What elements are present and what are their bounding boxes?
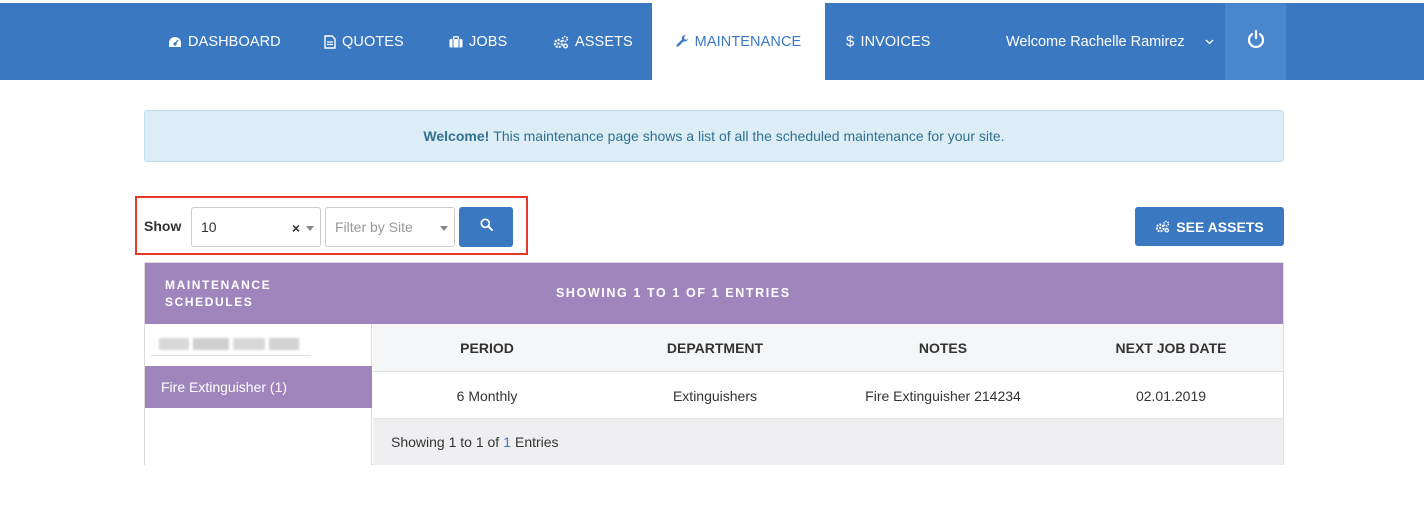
- table-footer: Showing 1 to 1 of 1 Entries: [373, 419, 1283, 465]
- dollar-icon: $: [846, 33, 855, 50]
- maintenance-panel: MAINTENANCE SCHEDULES SHOWING 1 TO 1 OF …: [144, 262, 1284, 465]
- caret-down-icon: [306, 226, 314, 231]
- caret-down-icon: [440, 226, 448, 231]
- search-icon: [479, 218, 493, 236]
- schedule-table: PERIOD DEPARTMENT NOTES NEXT JOB DATE 6 …: [373, 324, 1283, 465]
- footer-prefix: Showing 1 to 1 of: [391, 434, 500, 450]
- power-icon: [1246, 29, 1266, 54]
- col-department[interactable]: DEPARTMENT: [601, 324, 829, 372]
- nav-quotes[interactable]: QUOTES: [324, 3, 404, 80]
- clear-selection-icon[interactable]: ×: [292, 220, 300, 236]
- see-assets-label: SEE ASSETS: [1176, 218, 1264, 235]
- schedule-sidebar: Fire Extinguisher (1): [145, 324, 372, 465]
- sidebar-item-fire-extinguisher[interactable]: Fire Extinguisher (1): [145, 366, 372, 408]
- show-label: Show: [144, 218, 182, 234]
- nav-dashboard-label: DASHBOARD: [188, 33, 281, 50]
- show-entries-select[interactable]: 10 ×: [191, 207, 321, 247]
- table-header: PERIOD DEPARTMENT NOTES NEXT JOB DATE: [373, 324, 1283, 372]
- maintenance-schedules-title: MAINTENANCE SCHEDULES: [165, 278, 272, 309]
- show-entries-value: 10: [201, 219, 217, 235]
- nav-assets[interactable]: ASSETS: [553, 3, 633, 80]
- nav-maintenance[interactable]: MAINTENANCE: [652, 3, 825, 80]
- filter-by-site-select[interactable]: Filter by Site: [325, 207, 455, 247]
- table-row[interactable]: 6 Monthly Extinguishers Fire Extinguishe…: [373, 372, 1283, 419]
- logout-button[interactable]: [1225, 3, 1286, 80]
- cell-period: 6 Monthly: [456, 387, 518, 404]
- welcome-alert: Welcome! This maintenance page shows a l…: [144, 110, 1284, 162]
- nav-invoices-label: INVOICES: [860, 33, 931, 50]
- nav-quotes-label: QUOTES: [342, 33, 404, 50]
- chevron-down-icon: [1205, 39, 1214, 45]
- user-menu[interactable]: Welcome Rachelle Ramirez: [1006, 3, 1214, 80]
- welcome-text: Welcome Rachelle Ramirez: [1006, 33, 1185, 50]
- top-navbar: DASHBOARD QUOTES JOBS ASSETS MAINTENANCE…: [0, 3, 1424, 80]
- nav-dashboard[interactable]: DASHBOARD: [168, 3, 281, 80]
- gears-icon: [553, 35, 569, 49]
- filter-by-site-placeholder: Filter by Site: [335, 219, 413, 235]
- nav-jobs[interactable]: JOBS: [449, 3, 507, 80]
- nav-maintenance-label: MAINTENANCE: [694, 33, 802, 50]
- wrench-icon: [676, 35, 689, 48]
- nav-invoices[interactable]: $ INVOICES: [846, 3, 931, 80]
- cell-notes: Fire Extinguisher 214234: [865, 387, 1021, 404]
- cell-department: Extinguishers: [672, 387, 758, 404]
- footer-total-link[interactable]: 1: [503, 434, 511, 450]
- briefcase-icon: [449, 35, 463, 48]
- panel-header: MAINTENANCE SCHEDULES SHOWING 1 TO 1 OF …: [145, 263, 1283, 324]
- see-assets-button[interactable]: SEE ASSETS: [1135, 207, 1284, 246]
- dashboard-icon: [168, 36, 182, 48]
- search-button[interactable]: [459, 207, 513, 247]
- blurred-site-name: [151, 334, 311, 356]
- col-notes[interactable]: NOTES: [829, 324, 1057, 372]
- alert-text: This maintenance page shows a list of al…: [493, 128, 1005, 144]
- cell-next-job-date: 02.01.2019: [1135, 387, 1207, 404]
- nav-jobs-label: JOBS: [469, 33, 508, 50]
- document-icon: [324, 34, 336, 49]
- alert-strong: Welcome!: [423, 128, 490, 144]
- footer-suffix: Entries: [514, 434, 559, 450]
- gears-icon: [1155, 220, 1170, 233]
- col-next-job-date[interactable]: NEXT JOB DATE: [1057, 324, 1285, 372]
- entries-summary: SHOWING 1 TO 1 OF 1 ENTRIES: [556, 286, 791, 300]
- col-period[interactable]: PERIOD: [373, 324, 601, 372]
- nav-assets-label: ASSETS: [575, 33, 633, 50]
